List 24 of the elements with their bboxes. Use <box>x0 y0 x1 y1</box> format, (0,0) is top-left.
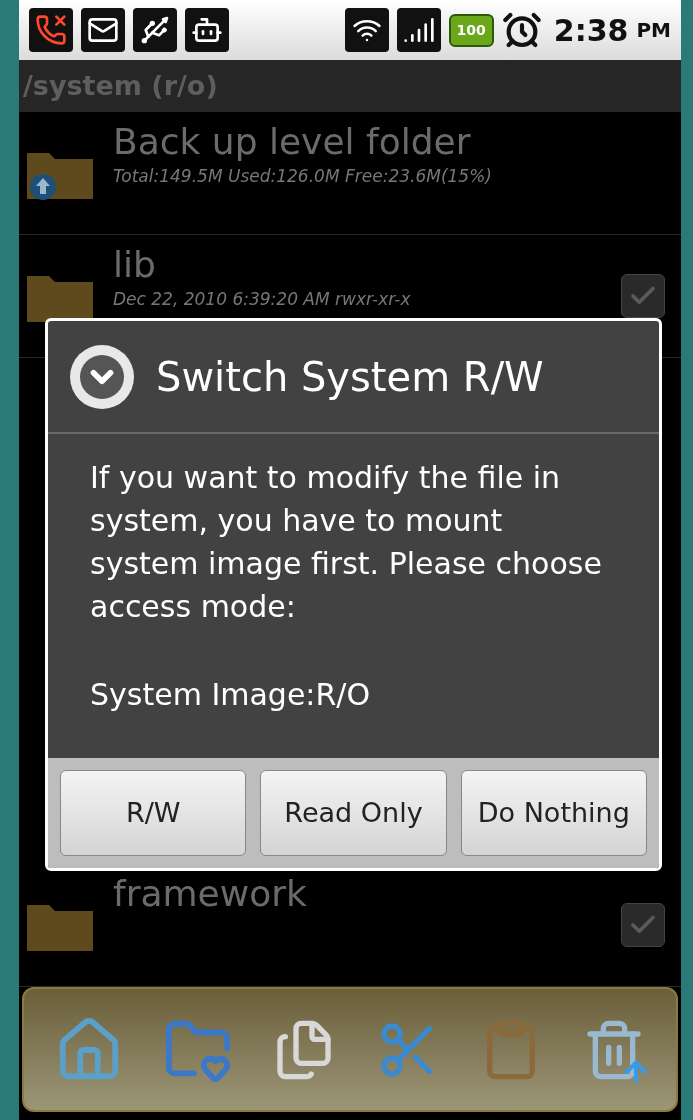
usb-icon <box>133 8 177 52</box>
dialog-button[interactable]: R/W <box>60 770 247 856</box>
mail-icon <box>81 8 125 52</box>
checkbox[interactable] <box>621 903 665 947</box>
folder-details: Total:149.5M Used:126.0M Free:23.6M(15%) <box>113 165 493 188</box>
folder-details: Dec 22, 2010 6:39:20 AM rwxr-xr-x <box>113 288 412 311</box>
missed-call-icon <box>29 8 73 52</box>
folder-name: lib <box>113 243 157 287</box>
battery-level: 100 <box>448 13 494 47</box>
folder-name: framework <box>113 872 308 916</box>
dialog-message: If you want to modify the file in system, you have to mount system image first. Please choose access mode: <box>90 459 603 626</box>
android-icon <box>185 8 229 52</box>
dialog-title: Switch System R/W <box>156 352 544 402</box>
clock-period: PM <box>636 17 671 44</box>
clock-time: 2:38 <box>553 11 629 50</box>
folder-name: Back up level folder <box>113 120 472 164</box>
path-title: /system (r/o) <box>23 68 218 103</box>
dialog-button[interactable]: Read Only <box>260 770 447 856</box>
alarm-clock-icon <box>501 10 542 50</box>
checkbox[interactable] <box>621 274 665 318</box>
wifi-icon <box>344 8 389 52</box>
dialog-button[interactable]: Do Nothing <box>460 770 647 856</box>
signal-icon <box>396 8 441 52</box>
system-image-status: System Image:R/O <box>90 676 372 714</box>
